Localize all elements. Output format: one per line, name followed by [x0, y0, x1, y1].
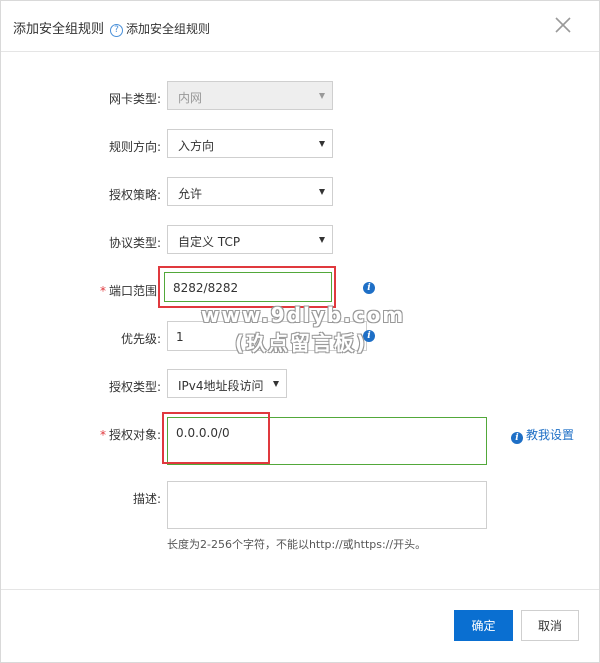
help-link-text: 教我设置 [526, 428, 575, 442]
policy-select[interactable]: 允许 [167, 177, 333, 206]
direction-select[interactable]: 入方向 [167, 129, 333, 158]
direction-label: 规则方向: [108, 140, 161, 154]
priority-value: 1 [176, 330, 184, 344]
priority-label: 优先级: [120, 332, 161, 346]
chevron-down-icon [319, 141, 325, 147]
nic-type-select: 内网 [167, 81, 333, 110]
chevron-down-icon [319, 93, 325, 99]
info-icon: i [511, 432, 523, 444]
port-range-label-text: 端口范围: [108, 284, 161, 298]
auth-type-select[interactable]: IPv4地址段访问 [167, 369, 287, 398]
nic-type-label: 网卡类型: [108, 92, 161, 106]
auth-type-label: 授权类型: [108, 380, 161, 394]
watermark-line-2: (玖点留言板) [234, 331, 368, 355]
protocol-label: 协议类型: [108, 236, 161, 250]
description-label: 描述: [132, 492, 161, 506]
protocol-value: 自定义 TCP [178, 235, 241, 249]
nic-type-value: 内网 [178, 91, 203, 105]
cancel-button[interactable]: 取消 [521, 610, 579, 641]
auth-type-value: IPv4地址段访问 [178, 379, 264, 393]
confirm-button[interactable]: 确定 [454, 610, 513, 641]
port-range-label: * 端口范围: [1, 282, 161, 299]
required-marker: * [99, 284, 106, 298]
dialog-subtitle: 添加安全组规则 [126, 22, 211, 36]
watermark-line-1: www.9dlyb.com [201, 303, 406, 327]
chevron-down-icon [273, 381, 279, 387]
description-hint: 长度为2-256个字符，不能以http://或https://开头。 [167, 538, 427, 551]
direction-value: 入方向 [178, 139, 215, 153]
help-link[interactable]: i 教我设置 [511, 426, 574, 444]
chevron-down-icon [319, 189, 325, 195]
auth-object-label-text: 授权对象: [108, 428, 161, 442]
watermark: www.9dlyb.com (玖点留言板) [201, 301, 406, 357]
dialog-title: 添加安全组规则? 添加安全组规则 [13, 18, 210, 38]
info-icon[interactable]: i [363, 282, 375, 294]
protocol-select[interactable]: 自定义 TCP [167, 225, 333, 254]
dialog-footer: 确定 取消 [1, 589, 599, 663]
add-security-group-rule-dialog: 添加安全组规则? 添加安全组规则 网卡类型: 内网 规则方向: 入方向 授权策略:… [0, 0, 600, 663]
chevron-down-icon [319, 237, 325, 243]
dialog-title-text: 添加安全组规则 [13, 22, 105, 37]
description-textarea[interactable] [167, 481, 487, 529]
required-marker: * [99, 428, 106, 442]
dialog-header: 添加安全组规则? 添加安全组规则 [1, 1, 599, 52]
close-icon[interactable] [553, 15, 573, 35]
highlight-box-auth [162, 412, 270, 464]
help-icon[interactable]: ? [110, 24, 124, 37]
auth-object-label: * 授权对象: [1, 426, 161, 443]
policy-label: 授权策略: [108, 188, 161, 202]
policy-value: 允许 [178, 187, 203, 201]
